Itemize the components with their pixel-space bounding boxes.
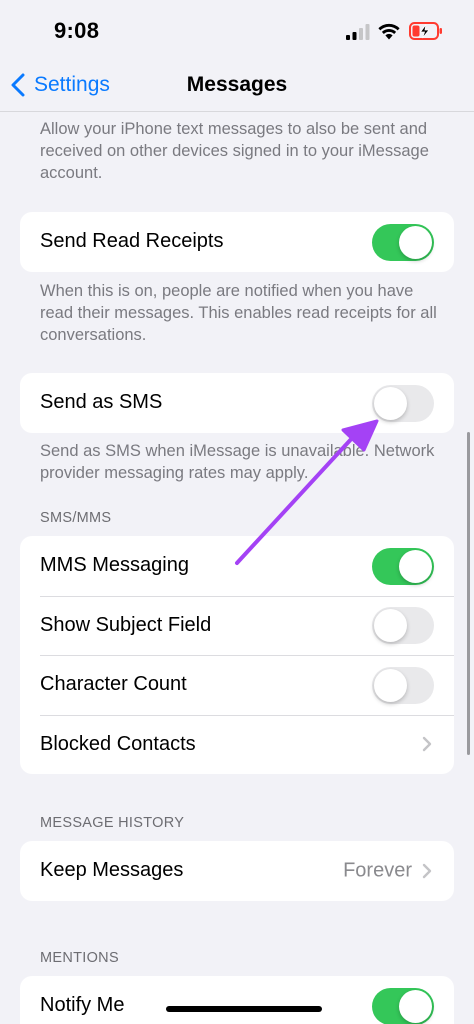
mms-messaging-label: MMS Messaging (40, 554, 189, 577)
message-history-header: MESSAGE HISTORY (40, 815, 185, 831)
read-receipts-footer: When this is on, people are notified whe… (40, 282, 437, 344)
send-as-sms-group: Send as SMS (20, 373, 454, 433)
wifi-icon (378, 23, 400, 40)
show-subject-field-toggle[interactable] (372, 607, 434, 645)
character-count-label: Character Count (40, 673, 187, 696)
page-title: Messages (186, 73, 288, 96)
blocked-contacts-row[interactable]: Blocked Contacts (20, 714, 454, 775)
send-as-sms-footer: Send as SMS when iMessage is unavailable… (40, 442, 435, 482)
send-read-receipts-toggle[interactable] (372, 223, 434, 261)
send-read-receipts-label: Send Read Receipts (40, 230, 224, 253)
keep-messages-label: Keep Messages (40, 859, 184, 882)
nav-divider (0, 111, 474, 112)
mentions-group: Notify Me (20, 976, 454, 1024)
read-receipts-group: Send Read Receipts (20, 212, 454, 272)
mentions-header: MENTIONS (40, 950, 119, 966)
scroll-indicator[interactable] (467, 432, 470, 755)
notify-me-row: Notify Me (20, 976, 454, 1024)
screen: 9:08 Settings Messages Allow your iPhone… (0, 0, 474, 1024)
mms-messaging-row: MMS Messaging (20, 536, 454, 596)
notify-me-toggle[interactable] (372, 987, 434, 1024)
send-read-receipts-row: Send Read Receipts (20, 212, 454, 272)
toggle-knob (399, 989, 432, 1023)
status-time: 9:08 (54, 18, 100, 43)
toggle-knob (399, 225, 432, 259)
status-bar: 9:08 (0, 0, 474, 60)
chevron-right-icon (422, 737, 432, 752)
imessage-footer: Allow your iPhone text messages to also … (40, 120, 429, 182)
sms-mms-group: MMS Messaging Show Subject Field Charact… (20, 536, 454, 774)
battery-charging-icon (409, 22, 442, 40)
show-subject-field-row: Show Subject Field (20, 595, 454, 656)
sms-mms-header: SMS/MMS (40, 510, 112, 526)
send-as-sms-label: Send as SMS (40, 391, 163, 414)
toggle-knob (374, 386, 407, 420)
keep-messages-value: Forever (343, 859, 412, 882)
keep-messages-row[interactable]: Keep Messages Forever (20, 841, 454, 901)
home-indicator (166, 1006, 322, 1012)
toggle-knob (399, 549, 432, 583)
navigation-bar: Settings Messages (0, 60, 474, 110)
show-subject-field-label: Show Subject Field (40, 613, 212, 636)
signal-icon (346, 24, 370, 40)
chevron-right-icon (422, 863, 432, 878)
message-history-group: Keep Messages Forever (20, 841, 454, 901)
toggle-knob (374, 609, 407, 643)
character-count-toggle[interactable] (372, 666, 434, 704)
notify-me-label: Notify Me (40, 994, 125, 1017)
character-count-row: Character Count (20, 655, 454, 715)
blocked-contacts-label: Blocked Contacts (40, 732, 196, 755)
send-as-sms-toggle[interactable] (372, 384, 434, 422)
mms-messaging-toggle[interactable] (372, 547, 434, 585)
send-as-sms-row: Send as SMS (20, 373, 454, 433)
toggle-knob (374, 668, 407, 702)
